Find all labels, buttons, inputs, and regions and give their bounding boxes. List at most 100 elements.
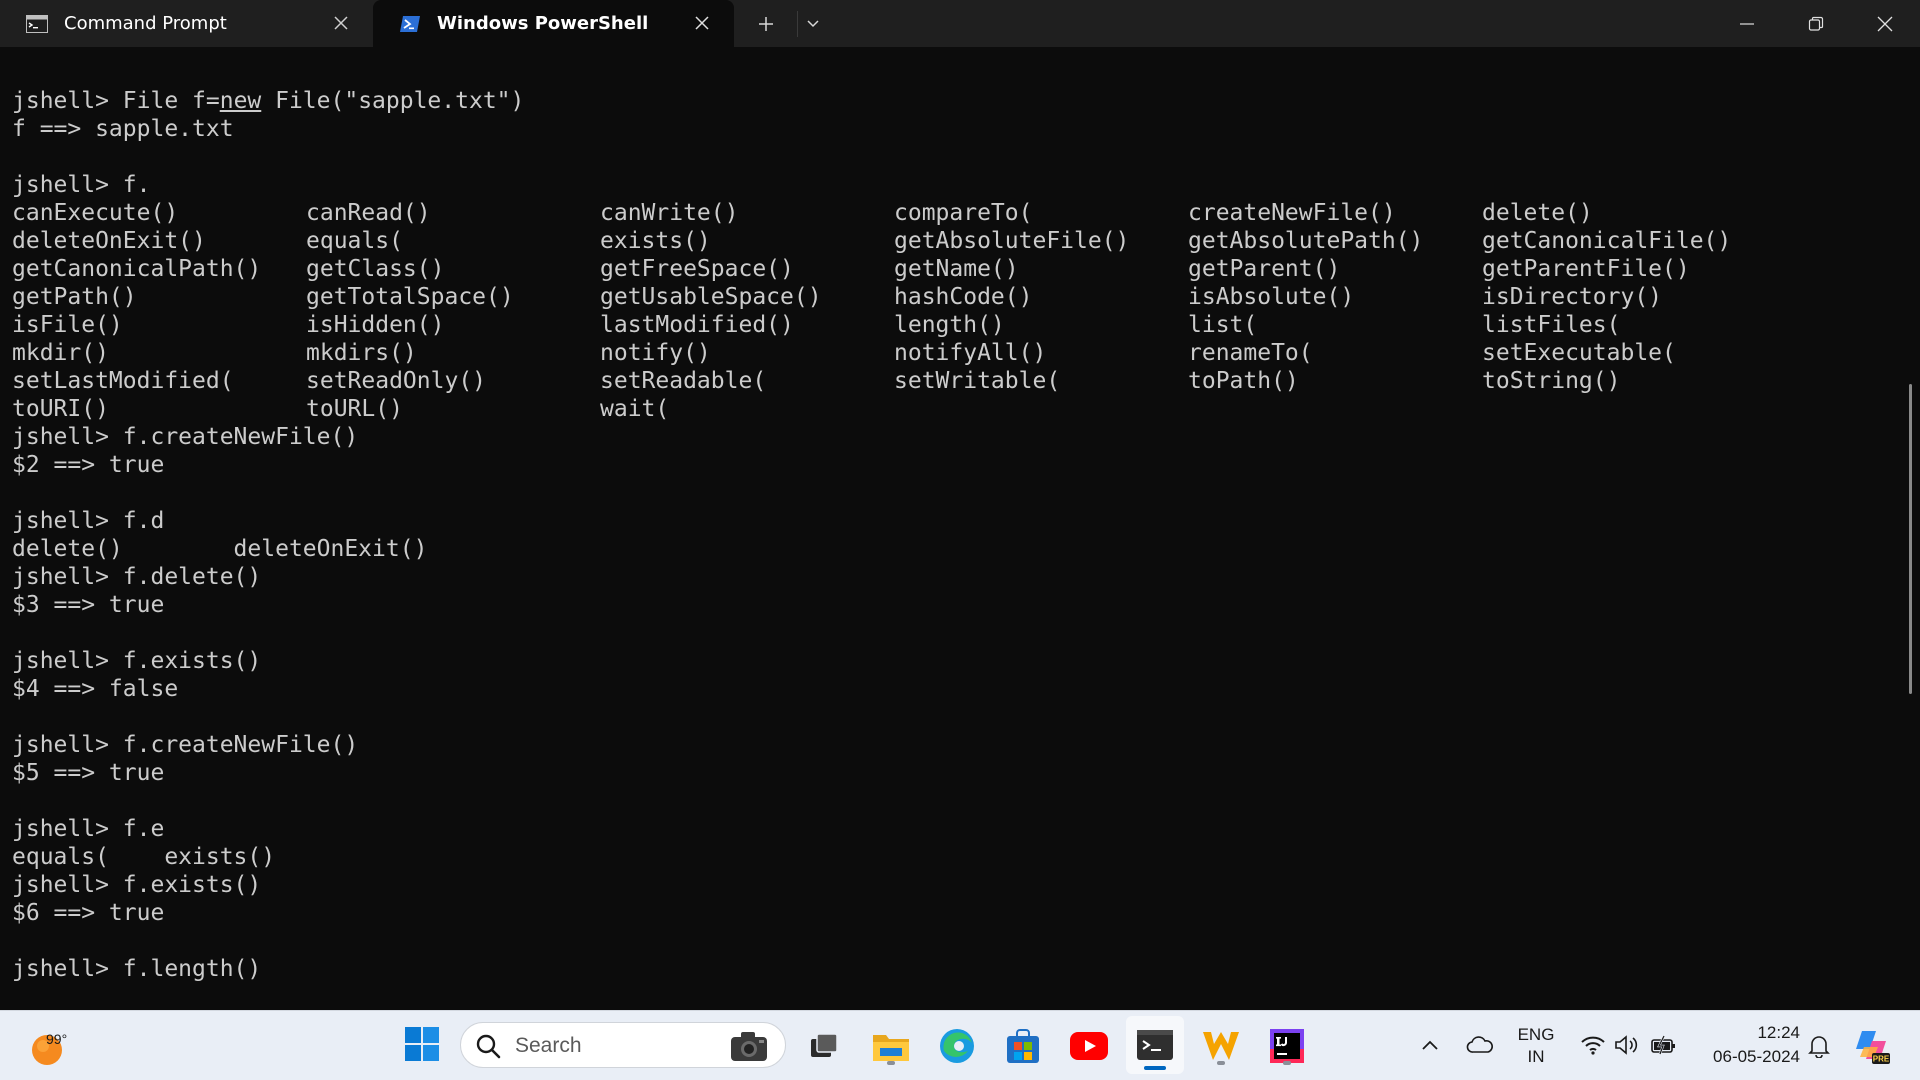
taskbar-search[interactable] [460, 1022, 786, 1068]
new-tab-button[interactable] [752, 11, 780, 37]
show-hidden-icons-button[interactable] [1416, 1031, 1444, 1059]
wps-office-button[interactable] [1198, 1023, 1244, 1069]
completion-suggestion: list( [1188, 312, 1258, 338]
tab-windows-powershell[interactable]: Windows PowerShell [373, 0, 734, 47]
completion-suggestion: isHidden() [306, 312, 445, 338]
file-explorer-icon [873, 1035, 909, 1061]
chevron-down-icon [806, 20, 819, 28]
scrollbar-thumb[interactable] [1909, 384, 1912, 694]
completion-suggestion: toPath() [1188, 368, 1299, 394]
edge-icon [940, 1029, 974, 1063]
notifications-button[interactable] [1804, 1031, 1834, 1061]
minimize-icon [1740, 22, 1754, 25]
completion-suggestion: getUsableSpace() [600, 284, 822, 310]
completion-suggestion: getTotalSpace() [306, 284, 514, 310]
completion-suggestion: canRead() [306, 200, 431, 226]
completion-suggestion: mkdir() [12, 340, 109, 366]
completion-suggestion: getClass() [306, 256, 445, 282]
clock-date: 06-05-2024 [1713, 1047, 1800, 1066]
powershell-icon [399, 15, 421, 33]
completion-suggestion: delete() [1482, 200, 1593, 226]
completion-suggestion: getFreeSpace() [600, 256, 794, 282]
terminal-lines: jshell> File f=new File("sapple.txt") f =… [12, 87, 1892, 983]
close-window-button[interactable] [1852, 0, 1918, 47]
completion-suggestion: toString() [1482, 368, 1621, 394]
clock[interactable]: 12:24 06-05-2024 [1690, 1021, 1800, 1069]
ms-store-icon [1007, 1029, 1039, 1063]
terminal-button[interactable] [1126, 1016, 1184, 1074]
terminal-line: f ==> sapple.txt [12, 116, 234, 142]
youtube-button[interactable] [1066, 1023, 1112, 1069]
completion-suggestion: toURI() [12, 396, 109, 422]
completion-suggestion: compareTo( [894, 200, 1033, 226]
tab-label: Command Prompt [64, 13, 227, 34]
completion-suggestion: setExecutable( [1482, 340, 1676, 366]
completion-suggestion: setReadOnly() [306, 368, 487, 394]
wifi-icon [1581, 1036, 1605, 1055]
copilot-button[interactable]: PRE [1850, 1025, 1892, 1067]
terminal-line: setLastModified(setReadOnly() setReadable… [12, 367, 1892, 395]
terminal-line: $2 ==> true [12, 452, 165, 478]
active-indicator [1144, 1066, 1166, 1070]
completion-suggestion: getAbsoluteFile() [894, 228, 1130, 254]
file-explorer-button[interactable] [868, 1023, 914, 1069]
intellij-button[interactable] [1264, 1023, 1310, 1069]
close-icon [1877, 16, 1893, 31]
terminal-line: $6 ==> true [12, 900, 165, 926]
completion-suggestion: notifyAll() [894, 340, 1047, 366]
terminal-line: equals( exists() [12, 844, 276, 870]
terminal-line: jshell> f.createNewFile() [12, 424, 359, 450]
copilot-badge-text: PRE [1873, 1055, 1890, 1064]
completion-suggestion: getName() [894, 256, 1019, 282]
copilot-icon: PRE [1856, 1031, 1890, 1064]
completion-suggestion: getPath() [12, 284, 137, 310]
onedrive-button[interactable] [1464, 1031, 1496, 1059]
completion-suggestion: createNewFile() [1188, 200, 1396, 226]
terminal-output[interactable]: jshell> File f=new File("sapple.txt") f =… [0, 47, 1920, 1010]
completion-suggestion: setLastModified( [12, 368, 234, 394]
tab-command-prompt[interactable]: Command Prompt [0, 0, 373, 47]
ms-store-button[interactable] [1000, 1023, 1046, 1069]
terminal-line: isFile() isHidden() lastModified() length()… [12, 311, 1892, 339]
battery-button[interactable] [1648, 1031, 1680, 1059]
network-button[interactable] [1578, 1031, 1608, 1059]
terminal-line: jshell> f.delete() [12, 564, 262, 590]
task-view-button[interactable] [802, 1024, 846, 1068]
youtube-icon [1070, 1032, 1108, 1060]
completion-suggestion: equals( [306, 228, 403, 254]
terminal-line: jshell> File f=new File("sapple.txt") [12, 88, 525, 114]
clock-time: 12:24 [1757, 1023, 1800, 1042]
terminal-line: mkdir() mkdirs() notify() notifyAll() rename… [12, 339, 1892, 367]
restore-button[interactable] [1783, 0, 1849, 47]
completion-suggestion: getParentFile() [1482, 256, 1690, 282]
chevron-up-icon [1422, 1040, 1438, 1050]
completion-suggestion: deleteOnExit() [12, 228, 206, 254]
terminal-line: jshell> f.d [12, 508, 165, 534]
plus-icon [759, 17, 773, 31]
bell-icon [1808, 1036, 1830, 1058]
running-indicator [1283, 1061, 1291, 1065]
edge-button[interactable] [934, 1023, 980, 1069]
language-code: ENG [1517, 1025, 1555, 1044]
search-input[interactable] [515, 1031, 715, 1061]
completion-suggestion: isFile() [12, 312, 123, 338]
completion-suggestion: lastModified() [600, 312, 794, 338]
minimize-button[interactable] [1714, 0, 1780, 47]
close-tab-icon[interactable] [692, 13, 712, 33]
running-indicator [1217, 1061, 1225, 1065]
language-indicator[interactable]: ENG IN [1510, 1024, 1562, 1068]
volume-button[interactable] [1612, 1031, 1642, 1059]
terminal-line: canExecute() canRead() canWrite() compareTo… [12, 199, 1892, 227]
terminal-line: getPath() getTotalSpace() getUsableSpace()… [12, 283, 1892, 311]
start-button[interactable] [402, 1024, 442, 1064]
completion-suggestion: toURL() [306, 396, 403, 422]
weather-widget[interactable]: 99° [26, 1021, 86, 1069]
tab-label: Windows PowerShell [437, 13, 649, 34]
completion-suggestion: getCanonicalFile() [1482, 228, 1732, 254]
close-tab-icon[interactable] [331, 13, 351, 33]
completion-suggestion: hashCode() [894, 284, 1033, 310]
tab-dropdown-button[interactable] [797, 11, 827, 37]
